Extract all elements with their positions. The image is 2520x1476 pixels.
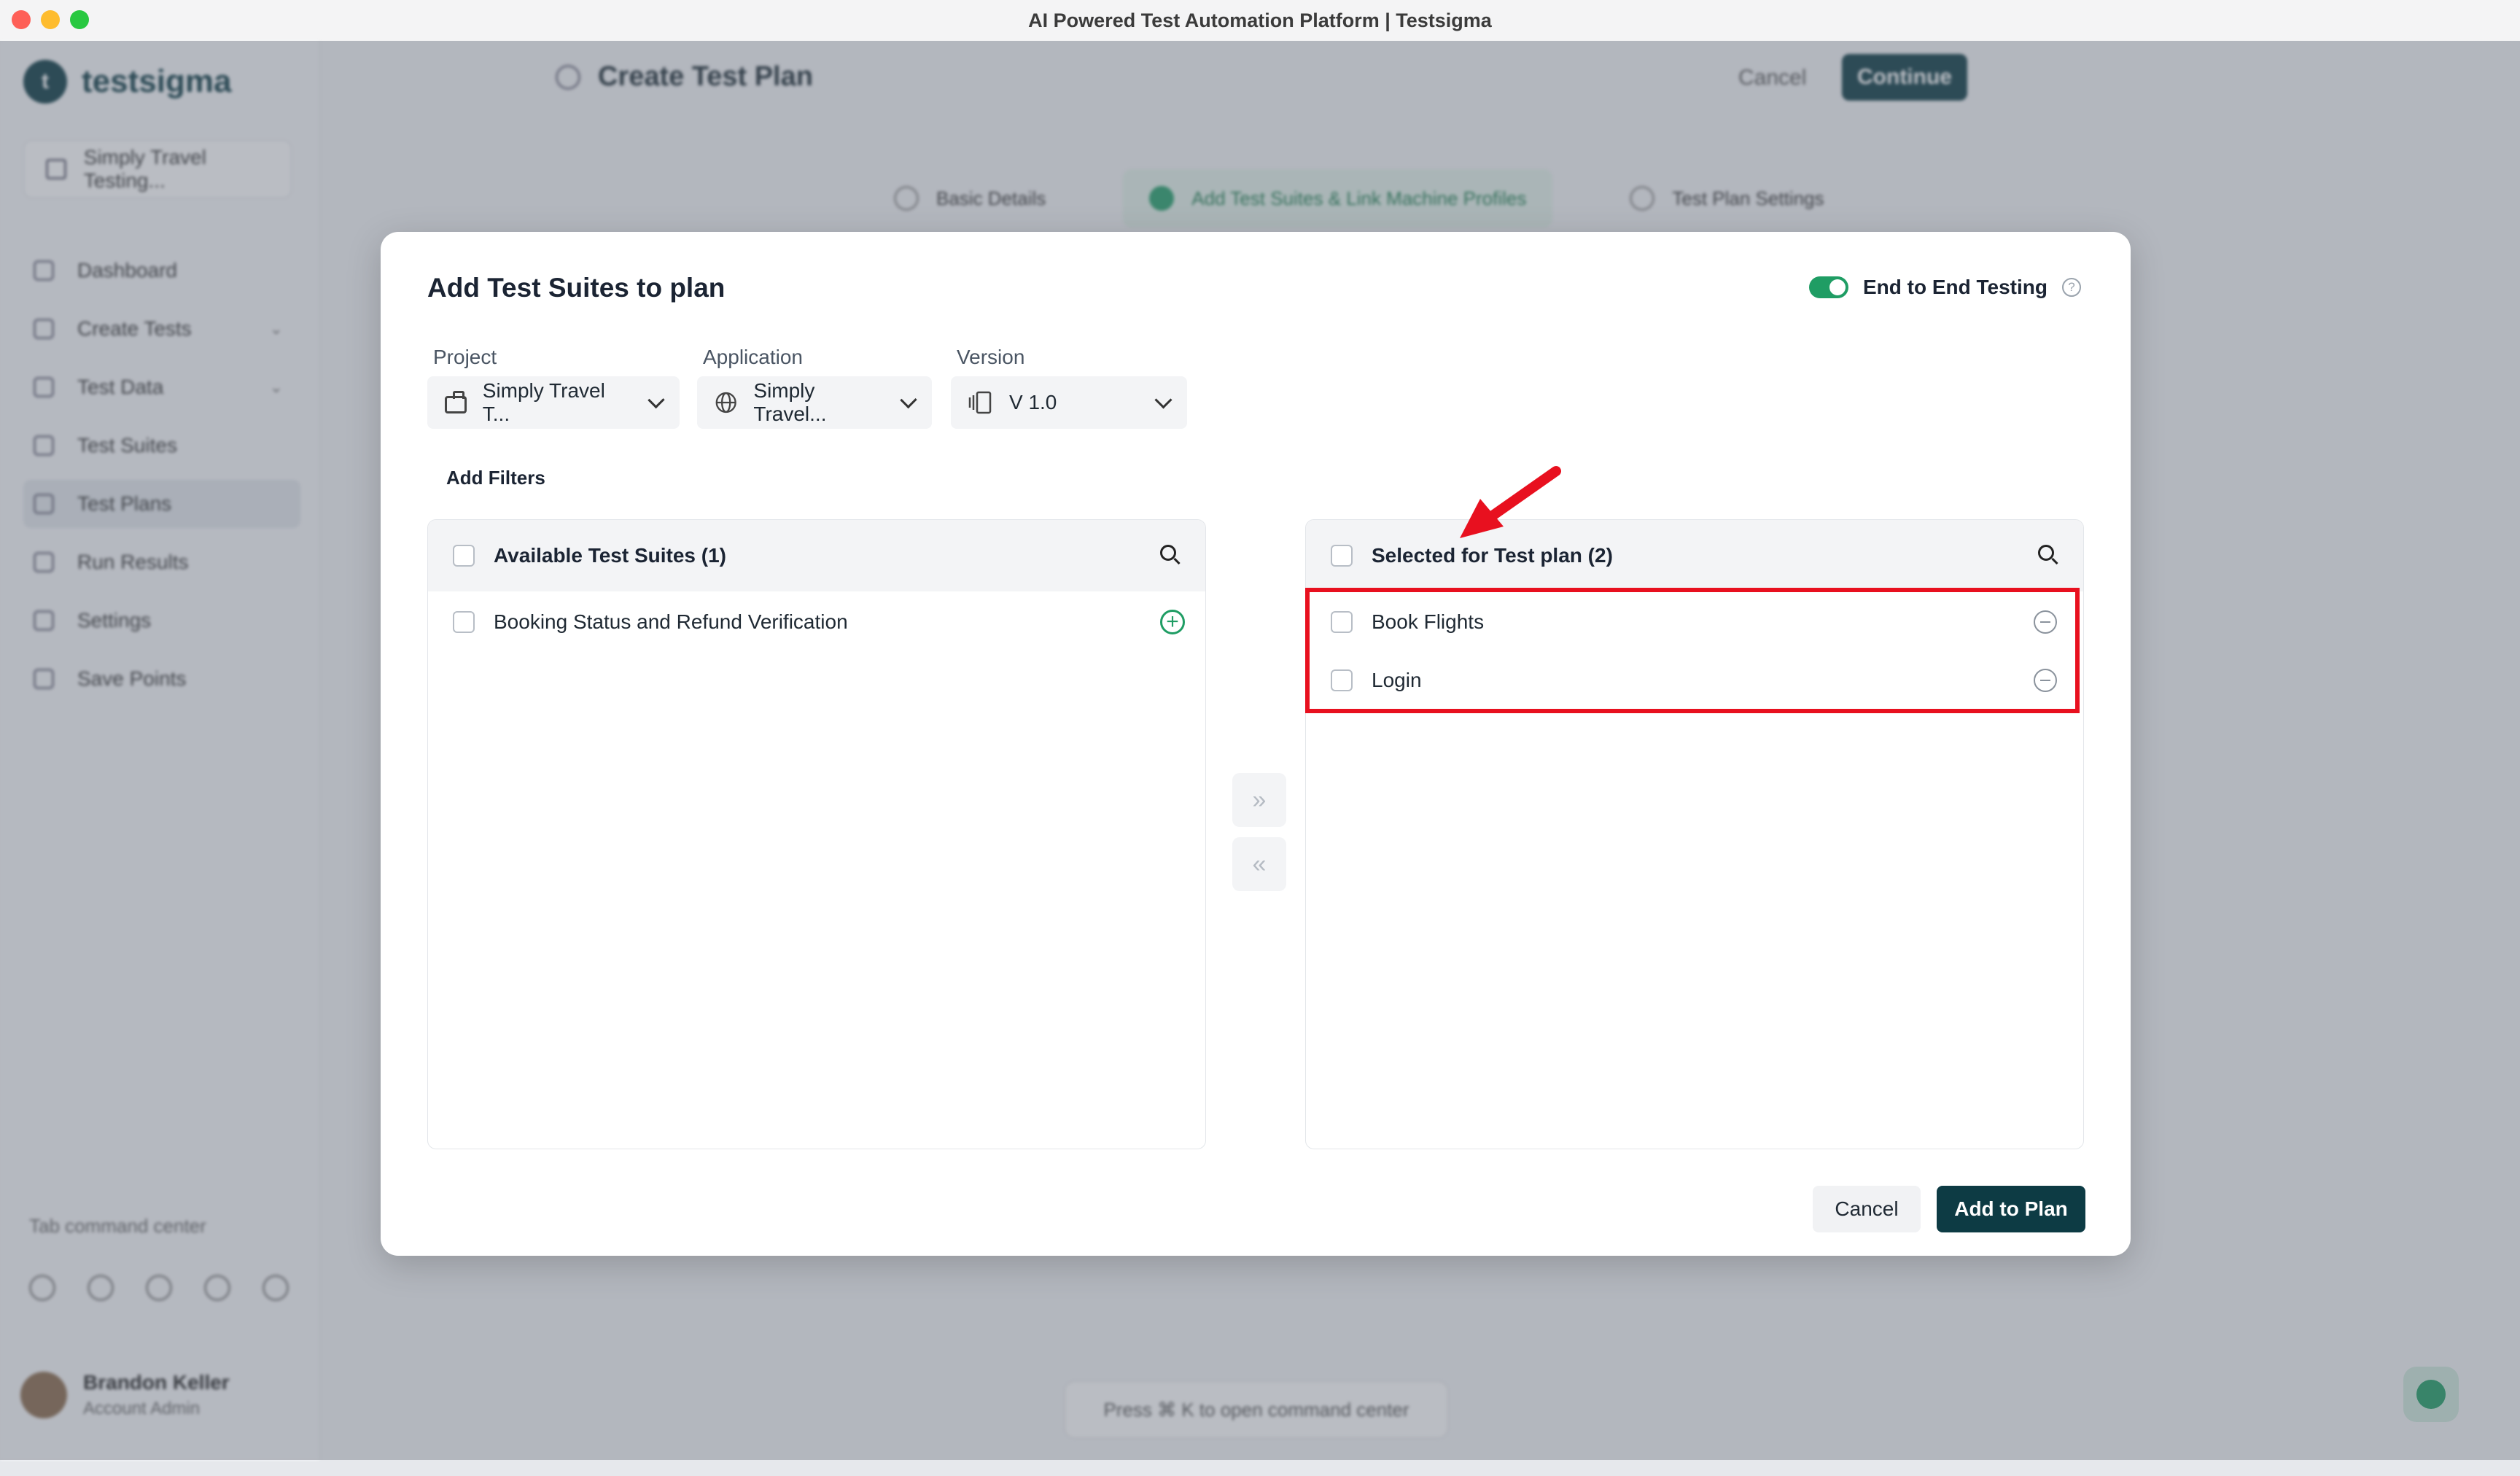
project-select[interactable]: Simply Travel T... <box>427 376 680 429</box>
annotation-arrow-icon <box>1460 466 1561 538</box>
available-panel-header: Available Test Suites (1) <box>428 520 1205 591</box>
project-label: Project <box>433 346 497 368</box>
end-to-end-toggle[interactable] <box>1808 276 1848 298</box>
window-titlebar: AI Powered Test Automation Platform | Te… <box>0 0 2520 42</box>
window-title: AI Powered Test Automation Platform | Te… <box>1028 9 1492 31</box>
chevron-down-icon <box>900 391 917 408</box>
application-value: Simply Travel... <box>753 379 827 425</box>
globe-icon <box>715 392 736 413</box>
item-checkbox[interactable] <box>453 611 475 633</box>
close-window-button[interactable] <box>12 10 31 29</box>
available-test-suites-panel: Available Test Suites (1) Booking Status… <box>427 519 1206 1149</box>
help-icon[interactable]: ? <box>2062 278 2081 297</box>
suite-name: Booking Status and Refund Verification <box>494 610 848 633</box>
minimize-window-button[interactable] <box>41 10 60 29</box>
annotation-highlight-box <box>1305 588 2080 713</box>
application-select[interactable]: Simply Travel... <box>697 376 932 429</box>
end-to-end-label: End to End Testing <box>1862 276 2048 298</box>
chevron-down-icon <box>1154 390 1172 409</box>
list-item[interactable]: Booking Status and Refund Verification + <box>428 593 1205 651</box>
selected-panel-header: Selected for Test plan (2) <box>1306 520 2083 591</box>
zoom-window-button[interactable] <box>70 10 89 29</box>
version-icon <box>968 391 992 414</box>
available-panel-title: Available Test Suites (1) <box>494 544 726 567</box>
search-icon[interactable] <box>2038 545 2054 561</box>
selected-panel-title: Selected for Test plan (2) <box>1372 544 1613 567</box>
modal-title: Add Test Suites to plan <box>427 273 726 303</box>
version-label: Version <box>957 346 1025 368</box>
version-select[interactable]: V 1.0 <box>951 376 1187 429</box>
move-left-button[interactable]: « <box>1232 837 1286 891</box>
end-to-end-toggle-group: End to End Testing ? <box>1808 276 2081 299</box>
chevron-down-icon <box>648 391 665 408</box>
add-filters-link[interactable]: Add Filters <box>446 467 545 489</box>
select-all-available-checkbox[interactable] <box>453 545 475 567</box>
application-label: Application <box>703 346 803 368</box>
search-icon[interactable] <box>1160 545 1176 561</box>
version-value: V 1.0 <box>1009 391 1057 413</box>
cancel-button[interactable]: Cancel <box>1813 1186 1921 1232</box>
select-all-selected-checkbox[interactable] <box>1331 545 1353 567</box>
add-test-suites-modal: Add Test Suites to plan End to End Testi… <box>381 232 2131 1256</box>
add-circle-icon[interactable]: + <box>1160 610 1185 634</box>
window-controls <box>12 10 89 29</box>
briefcase-icon <box>445 391 467 413</box>
add-to-plan-button[interactable]: Add to Plan <box>1937 1186 2085 1232</box>
project-value: Simply Travel T... <box>482 379 605 425</box>
move-right-button[interactable]: » <box>1232 773 1286 827</box>
